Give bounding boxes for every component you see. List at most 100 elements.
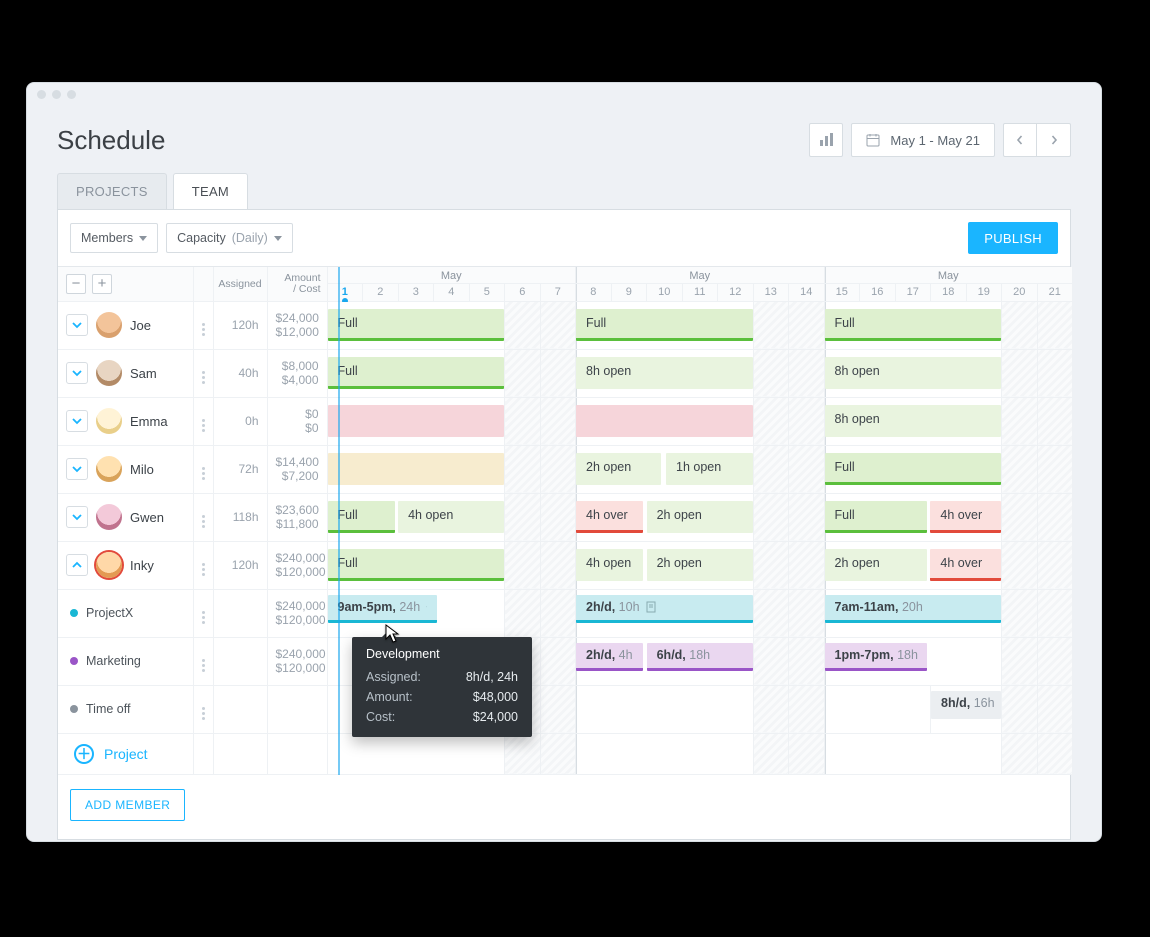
caret-down-icon bbox=[139, 236, 147, 241]
row-menu-button[interactable] bbox=[202, 515, 205, 528]
prev-range-button[interactable] bbox=[1003, 123, 1037, 157]
capacity-bar[interactable]: 4h over bbox=[576, 501, 643, 533]
row-expander[interactable] bbox=[66, 410, 88, 432]
expand-all-button[interactable]: + bbox=[92, 274, 112, 294]
assignment-bar[interactable]: 2h/d, 10h bbox=[576, 595, 753, 623]
tooltip-title: Development bbox=[366, 647, 518, 661]
day-header[interactable]: 12 bbox=[718, 283, 754, 301]
day-header[interactable]: 14 bbox=[789, 283, 825, 301]
capacity-bar[interactable]: Full bbox=[825, 453, 1002, 485]
capacity-bar[interactable]: 4h over bbox=[930, 501, 1001, 533]
capacity-bar[interactable]: 8h open bbox=[825, 357, 1002, 389]
capacity-bar[interactable]: 2h open bbox=[647, 501, 753, 533]
month-label: May bbox=[327, 267, 576, 283]
schedule-grid: − + Assigned Amount / Cost May May May bbox=[58, 266, 1070, 775]
capacity-bar[interactable]: 4h open bbox=[398, 501, 504, 533]
capacity-bar[interactable]: 8h open bbox=[825, 405, 1002, 437]
capacity-bar[interactable]: Full bbox=[576, 309, 753, 341]
capacity-bar[interactable]: 2h open bbox=[825, 549, 927, 581]
capacity-bar[interactable]: Full bbox=[328, 549, 505, 581]
add-project-button[interactable]: ＋ Project bbox=[66, 734, 185, 774]
publish-button[interactable]: PUBLISH bbox=[968, 222, 1058, 254]
capacity-bar[interactable]: Full bbox=[825, 501, 927, 533]
day-header[interactable]: 8 bbox=[576, 283, 612, 301]
day-header[interactable]: 20 bbox=[1002, 283, 1038, 301]
day-header[interactable]: 17 bbox=[895, 283, 931, 301]
capacity-bar[interactable]: 4h open bbox=[576, 549, 643, 581]
day-header[interactable]: 9 bbox=[611, 283, 647, 301]
day-header[interactable]: 19 bbox=[966, 283, 1002, 301]
assignment-bar[interactable]: 9am-5pm, 24h bbox=[328, 595, 437, 623]
day-header[interactable]: 16 bbox=[860, 283, 896, 301]
capacity-bar[interactable]: 1h open bbox=[666, 453, 753, 485]
member-row-emma: Emma 0h $0$0 8h open bbox=[58, 397, 1073, 445]
assignment-bar[interactable]: 2h/d, 4h bbox=[576, 643, 643, 671]
capacity-bar[interactable]: 4h over bbox=[930, 549, 1001, 581]
tab-projects[interactable]: PROJECTS bbox=[57, 173, 167, 209]
date-range-picker[interactable]: May 1 - May 21 bbox=[851, 123, 995, 157]
day-header[interactable]: 1 bbox=[327, 283, 363, 301]
avatar bbox=[96, 456, 122, 482]
row-menu-button[interactable] bbox=[202, 611, 205, 624]
add-member-button[interactable]: ADD MEMBER bbox=[70, 789, 185, 821]
row-menu-button[interactable] bbox=[202, 659, 205, 672]
project-color-dot bbox=[70, 609, 78, 617]
window-dot bbox=[37, 90, 46, 99]
capacity-bar[interactable]: Full bbox=[328, 309, 505, 341]
row-menu-button[interactable] bbox=[202, 707, 205, 720]
row-menu-button[interactable] bbox=[202, 323, 205, 336]
chart-toggle-button[interactable] bbox=[809, 123, 843, 157]
note-icon bbox=[646, 601, 656, 613]
capacity-dropdown-label: Capacity bbox=[177, 231, 226, 245]
day-header[interactable]: 21 bbox=[1037, 283, 1073, 301]
row-expander[interactable] bbox=[66, 314, 88, 336]
day-header[interactable]: 13 bbox=[753, 283, 789, 301]
capacity-bar[interactable] bbox=[328, 453, 505, 485]
row-expander[interactable] bbox=[66, 458, 88, 480]
row-menu-button[interactable] bbox=[202, 419, 205, 432]
capacity-bar[interactable] bbox=[576, 405, 753, 437]
month-label: May bbox=[576, 267, 825, 283]
tab-team[interactable]: TEAM bbox=[173, 173, 248, 209]
capacity-dropdown[interactable]: Capacity (Daily) bbox=[166, 223, 293, 253]
capacity-bar[interactable] bbox=[328, 405, 505, 437]
assignment-bar[interactable]: 8h/d, 16h bbox=[931, 691, 1001, 719]
capacity-bar[interactable]: 2h open bbox=[576, 453, 661, 485]
project-color-dot bbox=[70, 705, 78, 713]
window-dot bbox=[52, 90, 61, 99]
capacity-bar[interactable]: 2h open bbox=[647, 549, 753, 581]
next-range-button[interactable] bbox=[1037, 123, 1071, 157]
project-row-projectx: ProjectX $240,000$120,000 9am-5pm, 24h 2… bbox=[58, 589, 1073, 637]
row-expander[interactable] bbox=[66, 554, 88, 576]
day-header[interactable]: 6 bbox=[505, 283, 541, 301]
row-menu-button[interactable] bbox=[202, 467, 205, 480]
day-header[interactable]: 7 bbox=[540, 283, 576, 301]
member-row-sam: Sam 40h $8,000$4,000 Full 8h open 8h ope… bbox=[58, 349, 1073, 397]
column-assigned-label: Assigned bbox=[213, 267, 267, 301]
day-header[interactable]: 5 bbox=[469, 283, 505, 301]
assignment-bar[interactable]: 7am-11am, 20h bbox=[825, 595, 1002, 623]
day-header[interactable]: 10 bbox=[647, 283, 683, 301]
row-expander[interactable] bbox=[66, 506, 88, 528]
capacity-bar[interactable]: 8h open bbox=[576, 357, 753, 389]
day-header[interactable]: 18 bbox=[931, 283, 967, 301]
project-row-marketing: Marketing $240,000$120,000 2h/d, 4h 6h/d… bbox=[58, 637, 1073, 685]
row-menu-button[interactable] bbox=[202, 563, 205, 576]
today-marker bbox=[338, 267, 340, 775]
avatar bbox=[96, 504, 122, 530]
assignment-bar[interactable]: 6h/d, 18h bbox=[647, 643, 753, 671]
day-header[interactable]: 15 bbox=[824, 283, 860, 301]
assignment-bar[interactable]: 1pm-7pm, 18h bbox=[825, 643, 927, 671]
row-expander[interactable] bbox=[66, 362, 88, 384]
capacity-bar[interactable]: Full bbox=[328, 357, 505, 389]
day-header[interactable]: 11 bbox=[682, 283, 718, 301]
collapse-all-button[interactable]: − bbox=[66, 274, 86, 294]
capacity-bar[interactable]: Full bbox=[825, 309, 1002, 341]
project-name: ProjectX bbox=[86, 606, 133, 620]
members-dropdown[interactable]: Members bbox=[70, 223, 158, 253]
day-header[interactable]: 2 bbox=[363, 283, 399, 301]
day-header[interactable]: 4 bbox=[434, 283, 470, 301]
window-dot bbox=[67, 90, 76, 99]
row-menu-button[interactable] bbox=[202, 371, 205, 384]
day-header[interactable]: 3 bbox=[398, 283, 434, 301]
